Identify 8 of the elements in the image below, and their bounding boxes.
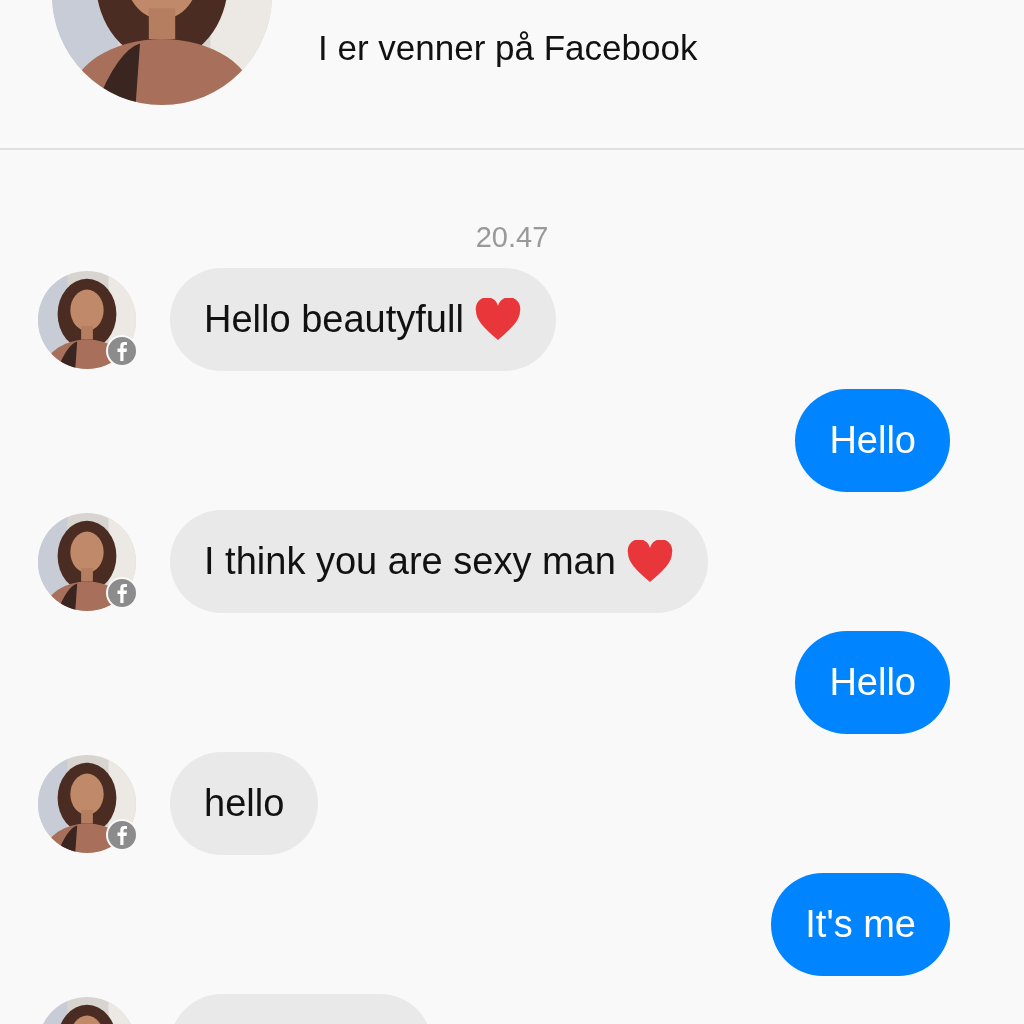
- received-message-bubble: I think you are sexy man: [170, 510, 708, 613]
- friend-status-text: I er venner på Facebook: [318, 27, 698, 69]
- sent-message-bubble: It's me: [771, 873, 950, 976]
- sent-message-bubble: Hello: [795, 389, 950, 492]
- received-message-bubble: Hello beautyfull: [170, 268, 556, 371]
- sent-message-bubble: Hello: [795, 631, 950, 734]
- timestamp: 20.47: [474, 220, 550, 254]
- received-message-bubble: hello: [170, 752, 319, 855]
